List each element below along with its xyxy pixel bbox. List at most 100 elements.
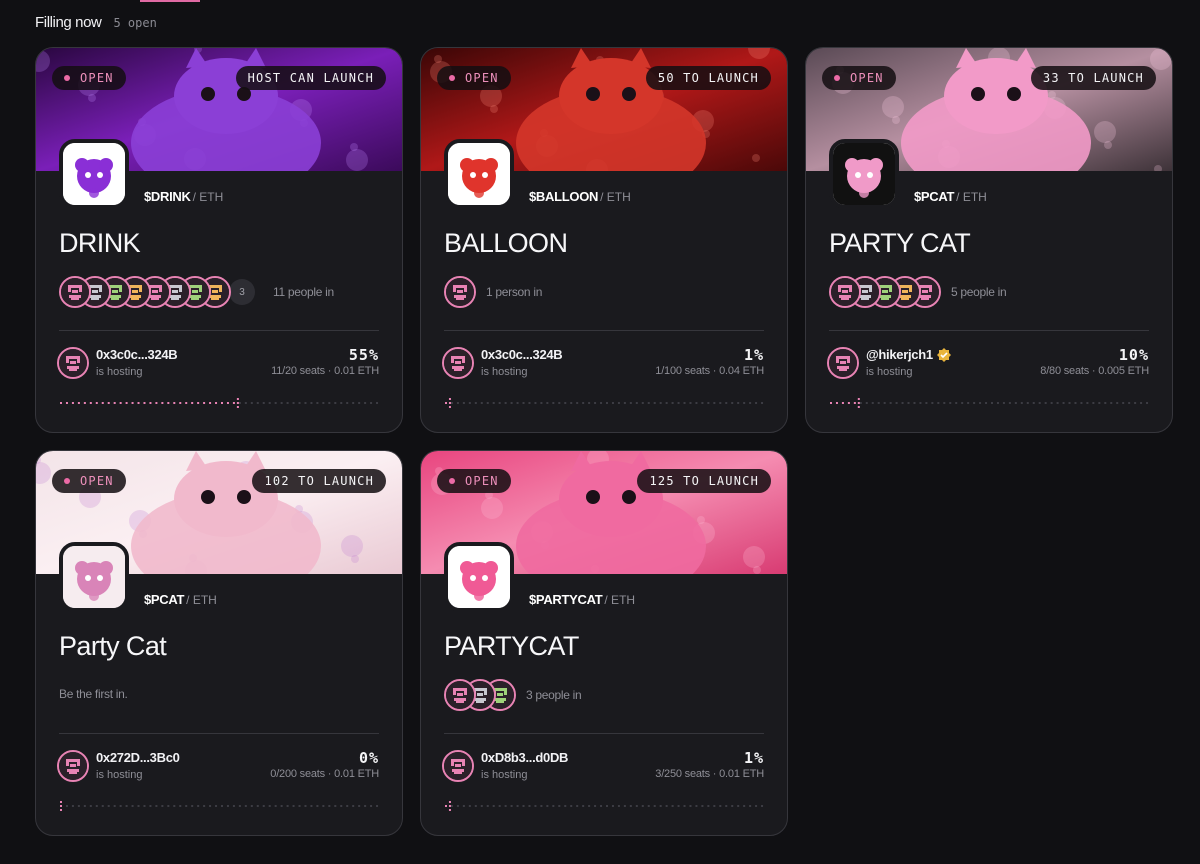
host-info[interactable]: 0x3c0c...324B is hosting	[442, 347, 563, 379]
host-avatar	[57, 750, 89, 782]
ticker-symbol: $PCAT	[144, 592, 185, 607]
fill-percent: 55%	[348, 346, 379, 364]
token-ticker: $BALLOON / ETH	[529, 189, 631, 204]
host-handle: 0x272D...3Bc0	[96, 750, 180, 765]
status-dot-icon	[449, 478, 455, 484]
token-ticker: $PARTYCAT / ETH	[529, 592, 635, 607]
status-dot-icon	[834, 75, 840, 81]
participants-count-text: 3 people in	[526, 688, 582, 702]
host-handle: 0x3c0c...324B	[96, 347, 178, 362]
status-label: OPEN	[80, 71, 114, 85]
participants-row[interactable]: 3 people in	[444, 678, 582, 712]
launch-card-party-cat[interactable]: OPEN 33 TO LAUNCH $PCAT / ETH PARTY CAT 5…	[805, 47, 1173, 433]
launch-card-drink[interactable]: OPEN HOST CAN LAUNCH $DRINK / ETH DRINK 3…	[35, 47, 403, 433]
ticker-pair: / ETH	[186, 593, 217, 607]
seats-info: 0/200 seats · 0.01 ETH	[270, 768, 379, 780]
host-subtitle: is hosting	[866, 366, 913, 378]
status-badge: OPEN	[52, 469, 126, 493]
ticker-pair: / ETH	[600, 190, 631, 204]
status-badge: OPEN	[52, 66, 126, 90]
host-info[interactable]: 0x272D...3Bc0 is hosting	[57, 750, 180, 782]
seats-info: 11/20 seats · 0.01 ETH	[271, 365, 379, 377]
seats-info: 3/250 seats · 0.01 ETH	[655, 768, 764, 780]
host-subtitle: is hosting	[96, 366, 143, 378]
launch-card-partycat[interactable]: OPEN 125 TO LAUNCH $PARTYCAT / ETH PARTYC…	[420, 450, 788, 836]
verified-badge-icon	[936, 347, 951, 362]
participant-avatar[interactable]	[829, 276, 861, 308]
status-badge: OPEN	[437, 469, 511, 493]
fill-percent: 10%	[1118, 346, 1149, 364]
token-name: Party Cat	[59, 631, 167, 661]
progress-bar	[444, 801, 764, 811]
host-subtitle: is hosting	[481, 366, 528, 378]
host-avatar	[57, 347, 89, 379]
empty-participants-text: Be the first in.	[59, 687, 128, 701]
participants-row[interactable]: 1 person in	[444, 275, 542, 309]
ticker-symbol: $BALLOON	[529, 189, 599, 204]
ticker-symbol: $PARTYCAT	[529, 592, 603, 607]
fill-stats: 0% 0/200 seats · 0.01 ETH	[270, 749, 379, 780]
host-handle: 0xD8b3...d0DB	[481, 750, 569, 765]
fill-stats: 10% 8/80 seats · 0.005 ETH	[1040, 346, 1149, 377]
token-name: DRINK	[59, 228, 141, 258]
status-badge: OPEN	[437, 66, 511, 90]
token-logo	[444, 139, 514, 209]
more-participants-count: 3	[229, 279, 255, 305]
host-info[interactable]: 0x3c0c...324B is hosting	[57, 347, 178, 379]
host-avatar	[442, 347, 474, 379]
launch-card-party-cat[interactable]: OPEN 102 TO LAUNCH $PCAT / ETH Party Cat …	[35, 450, 403, 836]
token-ticker: $PCAT / ETH	[914, 189, 987, 204]
token-logo	[444, 542, 514, 612]
status-dot-icon	[64, 75, 70, 81]
launch-badge: 125 TO LAUNCH	[637, 469, 771, 493]
host-info[interactable]: @hikerjch1 is hosting	[827, 347, 951, 379]
launch-badge: 50 TO LAUNCH	[645, 66, 771, 90]
host-avatar	[827, 347, 859, 379]
active-tab-indicator	[140, 0, 200, 2]
host-info[interactable]: 0xD8b3...d0DB is hosting	[442, 750, 568, 782]
host-subtitle: is hosting	[481, 769, 528, 781]
ticker-symbol: $PCAT	[914, 189, 955, 204]
token-logo	[59, 139, 129, 209]
token-ticker: $DRINK / ETH	[144, 189, 223, 204]
divider	[444, 330, 764, 331]
participants-count-text: 1 person in	[486, 285, 543, 299]
participants-row[interactable]: 5 people in	[829, 275, 1007, 309]
fill-percent: 0%	[358, 749, 379, 767]
token-name: PARTY CAT	[829, 228, 971, 258]
host-handle: 0x3c0c...324B	[481, 347, 563, 362]
divider	[444, 733, 764, 734]
seats-info: 8/80 seats · 0.005 ETH	[1040, 365, 1149, 377]
status-dot-icon	[449, 75, 455, 81]
host-avatar	[442, 750, 474, 782]
launch-badge: HOST CAN LAUNCH	[235, 66, 386, 90]
participants-row[interactable]: 3 11 people in	[59, 275, 334, 309]
participant-avatar[interactable]	[444, 679, 476, 711]
participant-avatar[interactable]	[444, 276, 476, 308]
ticker-pair: / ETH	[604, 593, 636, 607]
ticker-pair: / ETH	[956, 190, 987, 204]
participants-count-text: 11 people in	[273, 285, 334, 299]
participants-count-text: 5 people in	[951, 285, 1007, 299]
fill-stats: 55% 11/20 seats · 0.01 ETH	[271, 346, 379, 377]
host-name: 0xD8b3...d0DB	[481, 750, 568, 765]
host-name: 0x3c0c...324B	[481, 347, 563, 362]
participant-avatar[interactable]	[59, 276, 91, 308]
section-title: Filling now	[35, 14, 102, 31]
launch-card-balloon[interactable]: OPEN 50 TO LAUNCH $BALLOON / ETH BALLOON …	[420, 47, 788, 433]
launch-badge: 33 TO LAUNCH	[1030, 66, 1156, 90]
open-count: 5 open	[113, 16, 157, 30]
fill-stats: 1% 3/250 seats · 0.01 ETH	[655, 749, 764, 780]
ticker-symbol: $DRINK	[144, 189, 191, 204]
status-label: OPEN	[465, 71, 499, 85]
progress-bar	[444, 398, 764, 408]
token-logo	[829, 139, 899, 209]
token-logo	[59, 542, 129, 612]
status-label: OPEN	[850, 71, 884, 85]
status-label: OPEN	[465, 474, 499, 488]
section-header: Filling now 5 open	[35, 14, 157, 31]
token-name: PARTYCAT	[444, 631, 579, 661]
token-ticker: $PCAT / ETH	[144, 592, 217, 607]
host-subtitle: is hosting	[96, 769, 143, 781]
status-label: OPEN	[80, 474, 114, 488]
